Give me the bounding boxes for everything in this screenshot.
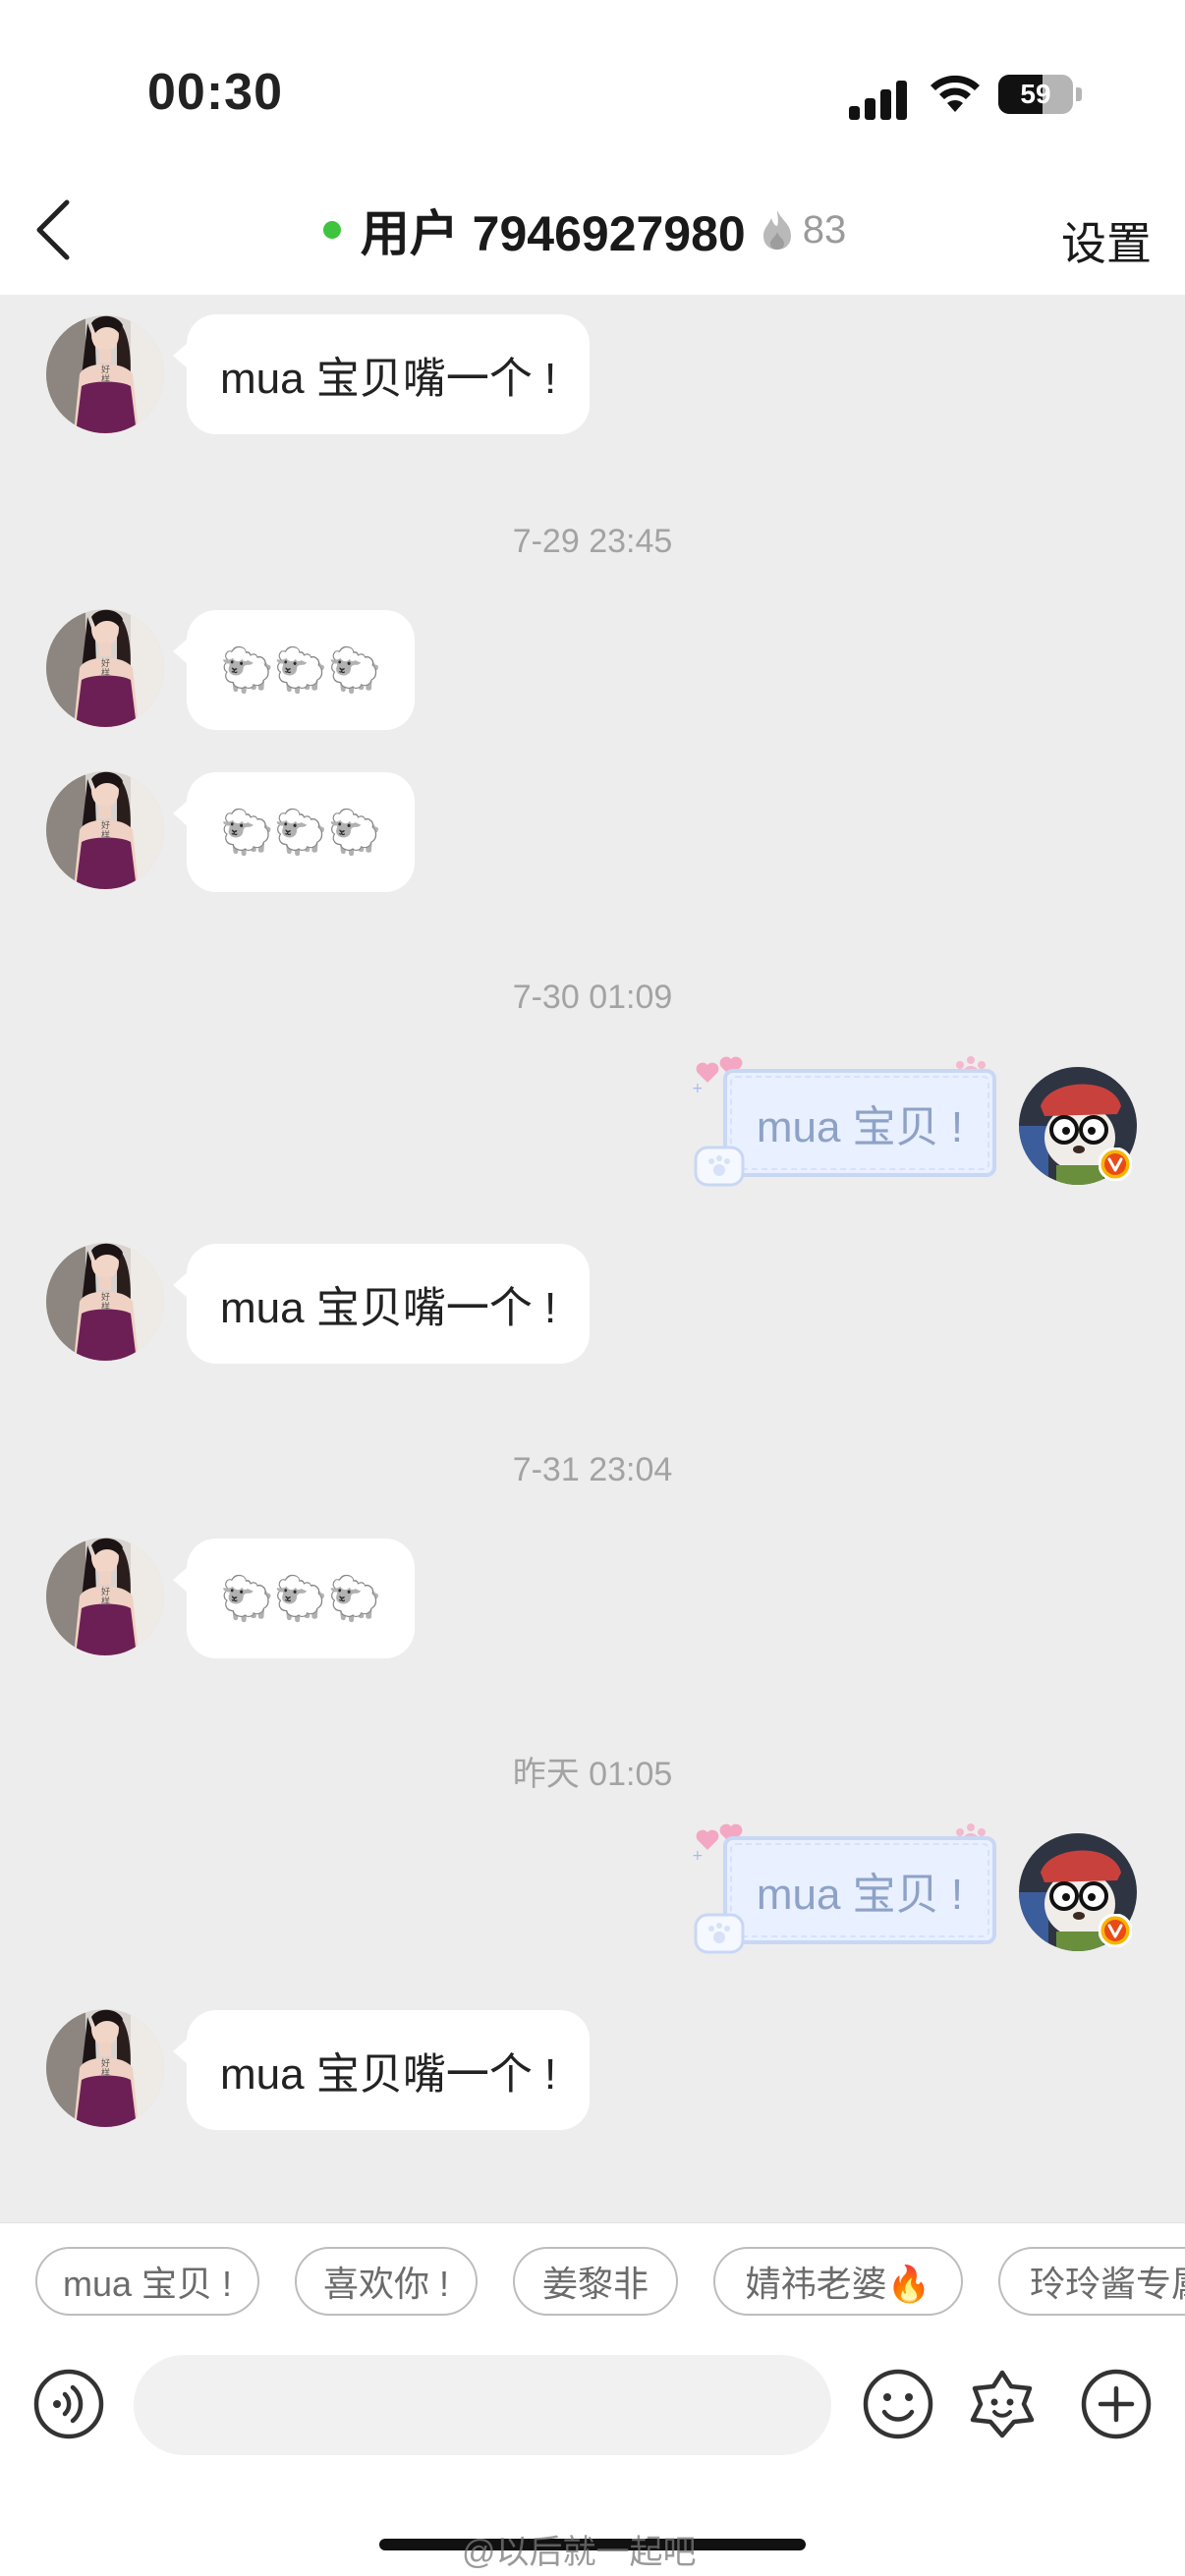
quick-reply-chip[interactable]: 喜欢你 ! — [295, 2247, 478, 2316]
contact-avatar[interactable] — [46, 1243, 164, 1361]
quick-reply-chip[interactable]: 玲玲酱专属 — [998, 2247, 1185, 2316]
paw-decoration-icon — [694, 1913, 745, 1954]
sticker-button[interactable] — [965, 2367, 1040, 2441]
message-text: mua 宝贝 ! — [723, 1069, 996, 1177]
flame-icon — [762, 210, 791, 250]
contact-avatar[interactable] — [46, 315, 164, 433]
quick-reply-chip[interactable]: 姜黎非 — [513, 2247, 678, 2316]
settings-button[interactable]: 设置 — [1061, 208, 1152, 273]
message-bubble-received[interactable]: 🐑🐑🐑 — [172, 772, 416, 892]
chat-title: 用户 7946927980 83 — [0, 195, 1185, 265]
message-timestamp: 7-31 23:04 — [512, 1451, 673, 1488]
battery-percent: 59 — [1020, 79, 1051, 109]
plus-icon — [1081, 2369, 1152, 2439]
emoji-icon — [863, 2369, 933, 2439]
quick-reply-chip[interactable]: 婧祎老婆🔥 — [713, 2247, 963, 2316]
status-time: 00:30 — [147, 64, 283, 121]
vip-badge-icon — [1099, 1148, 1132, 1181]
vip-badge-icon — [1099, 1914, 1132, 1947]
voice-icon — [33, 2369, 104, 2439]
status-icons: 59 — [849, 71, 1085, 120]
message-bubble-received[interactable]: mua 宝贝嘴一个 ! — [172, 1244, 591, 1364]
page-title: 用户 7946927980 — [360, 206, 746, 261]
message-timestamp: 昨天 01:05 — [512, 1756, 673, 1793]
message-bubble-sent[interactable]: + mua 宝贝 ! — [692, 1053, 996, 1187]
message-bubble-received[interactable]: 🐑🐑🐑 — [172, 1539, 416, 1658]
heat-count: 83 — [802, 207, 847, 252]
message-timestamp: 7-30 01:09 — [512, 979, 673, 1016]
message-bubble-sent[interactable]: + mua 宝贝 ! — [692, 1820, 996, 1954]
composer-panel: mua 宝贝 ! 喜欢你 ! 姜黎非 婧祎老婆🔥 玲玲酱专属 — [0, 2222, 1185, 2576]
contact-avatar[interactable] — [46, 1538, 164, 1655]
message-timestamp: 7-29 23:45 — [512, 523, 673, 560]
wifi-icon — [931, 75, 980, 112]
message-text: mua 宝贝 ! — [723, 1836, 996, 1944]
more-button[interactable] — [1079, 2367, 1154, 2441]
top-bar: 00:30 59 用户 7946927980 83 设置 — [0, 0, 1185, 295]
emoji-button[interactable] — [861, 2367, 935, 2441]
sticker-icon — [970, 2370, 1035, 2438]
svg-text:+: + — [692, 1848, 704, 1860]
message-bubble-received[interactable]: 🐑🐑🐑 — [172, 610, 416, 730]
watermark: @以后就一起吧 — [462, 2534, 697, 2571]
message-input[interactable] — [134, 2355, 831, 2455]
online-status-dot — [322, 221, 341, 239]
contact-avatar[interactable] — [46, 2009, 164, 2127]
signal-icon — [849, 106, 860, 120]
svg-text:+: + — [692, 1081, 704, 1092]
battery-icon: 59 — [998, 75, 1073, 114]
contact-avatar[interactable] — [46, 609, 164, 727]
voice-button[interactable] — [31, 2367, 106, 2441]
message-bubble-received[interactable]: mua 宝贝嘴一个 ! — [172, 314, 591, 434]
message-bubble-received[interactable]: mua 宝贝嘴一个 ! — [172, 2010, 591, 2130]
contact-avatar[interactable] — [46, 771, 164, 889]
quick-reply-chip[interactable]: mua 宝贝 ! — [35, 2247, 259, 2316]
paw-decoration-icon — [694, 1146, 745, 1187]
